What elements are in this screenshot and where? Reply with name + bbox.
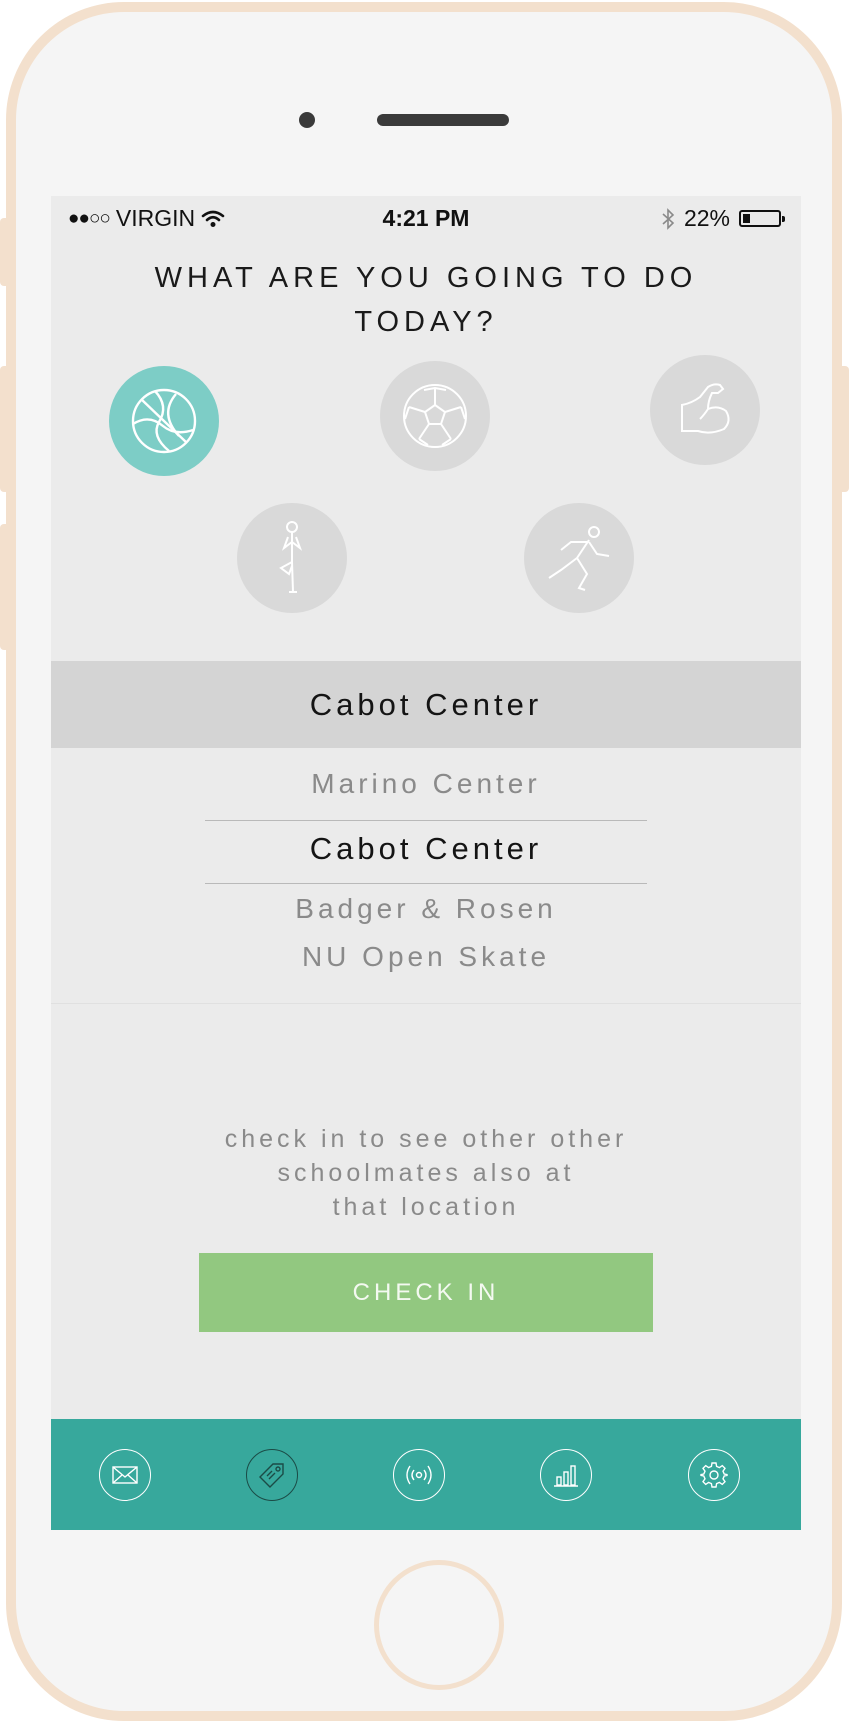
hint-line-1: check in to see other other — [224, 1125, 628, 1153]
picker-option-cabot[interactable]: Cabot Center — [51, 831, 801, 867]
tab-messages[interactable] — [99, 1449, 151, 1501]
gear-icon — [700, 1462, 728, 1488]
page-title-line-2: TODAY? — [354, 306, 498, 338]
selected-location-bar[interactable]: Cabot Center — [51, 661, 801, 748]
tab-deals[interactable] — [246, 1449, 298, 1501]
check-in-hint: check in to see other other schoolmates … — [51, 1122, 801, 1224]
selected-location-label: Cabot Center — [309, 687, 543, 722]
picker-option-nu-open-skate[interactable]: NU Open Skate — [51, 941, 801, 973]
battery-percent: 22% — [683, 205, 730, 231]
tag-icon — [259, 1463, 284, 1488]
tab-settings[interactable] — [688, 1449, 740, 1501]
status-bar: ●●○○ VIRGIN 4:21 PM 22% — [51, 196, 801, 240]
mail-icon — [112, 1466, 138, 1484]
battery-icon — [739, 210, 785, 227]
power-button — [841, 366, 849, 492]
soccer-ball-icon — [403, 384, 467, 448]
broadcast-icon — [406, 1465, 432, 1485]
bluetooth-icon — [662, 207, 675, 230]
mute-switch — [0, 218, 8, 286]
bar-chart-icon — [554, 1465, 578, 1487]
activity-yoga[interactable] — [237, 503, 347, 613]
hint-line-3: that location — [332, 1193, 520, 1221]
flexed-arm-icon — [681, 383, 730, 434]
picker-divider-top — [205, 820, 647, 821]
picker-option-badger-rosen[interactable]: Badger & Rosen — [51, 893, 801, 925]
front-camera — [299, 112, 315, 128]
runner-icon — [548, 526, 610, 591]
picker-divider-bottom — [205, 883, 647, 884]
yoga-icon — [279, 521, 303, 593]
volume-down-button — [0, 524, 8, 650]
page-title: WHAT ARE YOU GOING TO DO TODAY? — [51, 256, 801, 344]
activity-basketball[interactable] — [109, 366, 219, 476]
check-in-button[interactable]: CHECK IN — [199, 1253, 653, 1332]
tab-nearby[interactable] — [393, 1449, 445, 1501]
basketball-icon — [131, 388, 197, 454]
page-title-line-1: WHAT ARE YOU GOING TO DO — [154, 262, 698, 294]
activity-soccer[interactable] — [380, 361, 490, 471]
earpiece-speaker — [377, 114, 509, 126]
volume-up-button — [0, 366, 8, 492]
activity-strength[interactable] — [650, 355, 760, 465]
app-screen: ●●○○ VIRGIN 4:21 PM 22% WHAT ARE YOU GOI… — [51, 196, 801, 1530]
location-picker[interactable]: Marino Center Cabot Center Badger & Rose… — [51, 748, 801, 1004]
bottom-tab-bar — [51, 1419, 801, 1530]
tab-stats[interactable] — [540, 1449, 592, 1501]
activity-running[interactable] — [524, 503, 634, 613]
picker-option-marino[interactable]: Marino Center — [51, 768, 801, 800]
hint-line-2: schoolmates also at — [277, 1159, 575, 1187]
home-button[interactable] — [374, 1560, 504, 1690]
